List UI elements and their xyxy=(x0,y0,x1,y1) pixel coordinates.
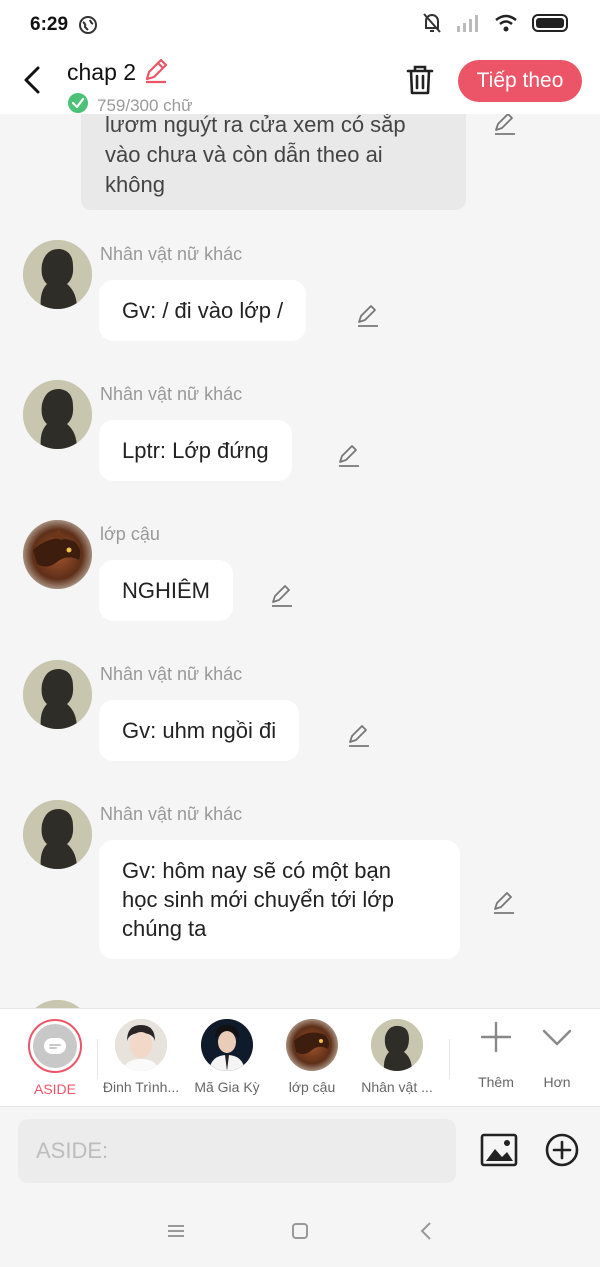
aside-avatar xyxy=(28,1019,82,1073)
header: chap 2 759/300 chữ Tiếp theo xyxy=(0,50,600,115)
message-bubble[interactable]: Gv: / đi vào lớp / xyxy=(99,280,307,341)
edit-message-icon[interactable] xyxy=(269,582,295,608)
speaker-name: lớp cậu xyxy=(100,524,160,544)
system-nav-bar xyxy=(0,1196,600,1267)
speaker-name: Nhân vật nữ khác xyxy=(100,804,243,824)
chevron-left-icon xyxy=(24,66,40,94)
back-nav-button[interactable] xyxy=(416,1220,438,1242)
avatar-dragon[interactable] xyxy=(23,520,92,589)
wifi-icon xyxy=(494,14,518,37)
edit-message-icon[interactable] xyxy=(355,302,381,328)
character-name: Nhân vật ... xyxy=(361,1079,433,1095)
chapter-title: chap 2 xyxy=(67,59,137,85)
character-avatar xyxy=(286,1019,338,1071)
divider xyxy=(449,1039,450,1079)
check-circle-icon xyxy=(67,92,89,119)
next-button[interactable]: Tiếp theo xyxy=(458,60,582,102)
status-bar: 6:29 xyxy=(0,0,600,50)
speaker-name: Nhân vật nữ khác xyxy=(100,664,243,684)
speaker-name: Nhân vật nữ khác xyxy=(100,384,243,404)
globe-icon xyxy=(78,15,98,35)
character-nhan-vat[interactable]: Nhân vật ... xyxy=(354,1019,440,1095)
character-name: ASIDE xyxy=(33,1081,76,1097)
character-dinh-trinh[interactable]: Đinh Trình... xyxy=(98,1019,184,1095)
message-bubble[interactable]: NGHIÊM xyxy=(99,560,233,621)
edit-message-icon[interactable] xyxy=(336,442,362,468)
signal-icon xyxy=(456,14,480,37)
menu-icon xyxy=(168,1225,184,1237)
narration-bubble[interactable]: lươm nguýt ra cửa xem có sắp vào chưa và… xyxy=(81,114,466,210)
message-bubble[interactable]: Gv: uhm ngồi đi xyxy=(99,700,300,761)
delete-button[interactable] xyxy=(404,63,436,97)
add-content-button[interactable] xyxy=(545,1133,579,1167)
add-label: Thêm xyxy=(478,1074,514,1090)
triangle-left-icon xyxy=(420,1222,431,1240)
character-avatar xyxy=(115,1019,167,1071)
avatar-silhouette[interactable] xyxy=(23,380,92,449)
message-line: chúng ta xyxy=(122,916,207,941)
edit-message-icon[interactable] xyxy=(492,114,518,136)
image-icon xyxy=(480,1133,518,1167)
character-lop-cau[interactable]: lớp cậu xyxy=(269,1019,355,1095)
trash-icon xyxy=(406,65,434,95)
word-count: 759/300 chữ xyxy=(97,95,193,115)
add-character-button[interactable]: Thêm xyxy=(466,1021,526,1090)
edit-message-icon[interactable] xyxy=(346,722,372,748)
edit-message-icon[interactable] xyxy=(491,889,517,915)
chevron-down-icon xyxy=(542,1029,572,1046)
square-icon xyxy=(292,1223,308,1239)
narration-line: không xyxy=(105,172,165,197)
avatar-silhouette[interactable] xyxy=(23,660,92,729)
message-line: học sinh mới chuyển tới lớp xyxy=(122,887,394,912)
back-button[interactable] xyxy=(20,64,48,96)
plus-circle-icon xyxy=(545,1133,579,1167)
plus-icon xyxy=(480,1021,512,1053)
character-avatar xyxy=(371,1019,423,1071)
composer xyxy=(0,1106,600,1196)
insert-image-button[interactable] xyxy=(480,1131,518,1169)
battery-icon xyxy=(532,13,570,37)
character-avatar xyxy=(201,1019,253,1071)
menu-nav-button[interactable] xyxy=(165,1220,187,1242)
message-bubble[interactable]: Gv: hôm nay sẽ có một bạn học sinh mới c… xyxy=(99,840,460,959)
character-aside[interactable]: ASIDE xyxy=(12,1019,98,1097)
avatar-silhouette[interactable] xyxy=(23,800,92,869)
character-name: lớp cậu xyxy=(288,1079,336,1095)
message-icon xyxy=(44,1038,66,1054)
home-nav-button[interactable] xyxy=(289,1220,311,1242)
edit-title-icon[interactable] xyxy=(142,56,170,89)
message-bubble[interactable]: Lptr: Lớp đứng xyxy=(99,420,292,481)
chat-area[interactable]: lươm nguýt ra cửa xem có sắp vào chưa và… xyxy=(0,114,600,1008)
message-line: Gv: hôm nay sẽ có một bạn xyxy=(122,858,392,883)
message-input[interactable] xyxy=(18,1119,456,1183)
avatar-silhouette[interactable] xyxy=(23,240,92,309)
character-bar: ASIDE Đinh Trình... Mã Gia Kỳ lớp cậu Nh… xyxy=(0,1008,600,1106)
character-ma-gia-ky[interactable]: Mã Gia Kỳ xyxy=(184,1019,270,1095)
avatar-silhouette[interactable] xyxy=(23,1000,92,1008)
speaker-name: Nhân vật nữ khác xyxy=(100,244,243,264)
status-time: 6:29 xyxy=(30,14,69,35)
character-name: Mã Gia Kỳ xyxy=(194,1079,260,1095)
bell-muted-icon xyxy=(422,12,442,39)
more-button[interactable]: Hơn xyxy=(527,1021,587,1090)
chapter-title-area: chap 2 759/300 chữ xyxy=(67,56,193,119)
more-label: Hơn xyxy=(543,1074,571,1090)
narration-line: vào chưa và còn dẫn theo ai xyxy=(105,142,383,167)
character-name: Đinh Trình... xyxy=(102,1079,180,1095)
